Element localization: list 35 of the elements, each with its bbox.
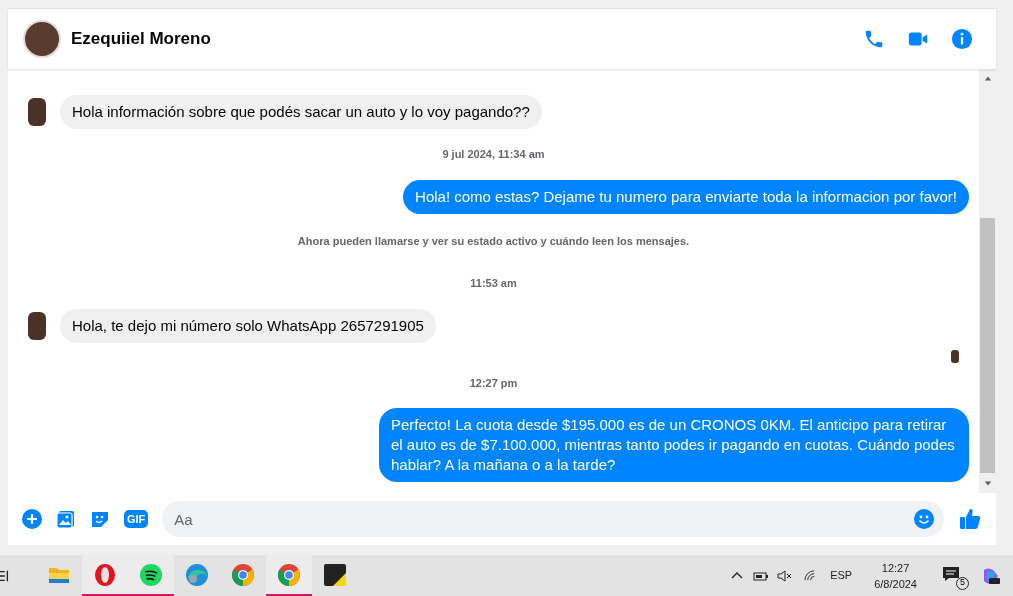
browser-icon[interactable] [82,555,128,596]
outgoing-message: Hola! como estas? Dejame tu numero para enviarte toda la informacion por favor! [403,179,969,214]
scrollbar[interactable] [979,69,996,493]
seen-avatar [951,349,959,363]
avatar [28,98,46,126]
task-view-icon[interactable] [0,568,10,583]
avatar [28,311,46,340]
timestamp: 11:53 am [470,276,517,291]
language-indicator[interactable]: ESP [830,567,853,584]
scroll-up-icon[interactable] [983,75,992,83]
battery-icon[interactable] [753,569,770,582]
image-icon[interactable] [56,509,76,529]
incoming-message: Hola información sobre que podés sacar un auto y lo voy pagando?? [60,95,542,129]
timestamp: 12:27 pm [469,375,518,391]
notification-count: 5 [956,576,969,590]
speaker-muted-icon[interactable] [777,569,794,582]
avatar[interactable] [23,20,61,58]
contact-name: Ezequiiel Moreno [71,28,211,51]
incoming-message: Hola, te dejo mi número solo WhatsApp 2657291905 [60,308,436,343]
gif-button[interactable]: GIF [124,510,149,528]
scroll-down-icon[interactable] [983,479,992,487]
music-app-icon[interactable] [128,555,174,596]
clock-date[interactable]: 6/8/2024 [874,575,917,592]
clock-time[interactable]: 12:27 [881,559,910,576]
notice-text: Ahora pueden llamarse y ver su estado activo y cuándo leen los mensajes. [297,233,690,249]
timestamp: 9 jul 2024, 11:34 am [442,147,545,162]
add-icon[interactable] [22,509,42,529]
thumbs-up-icon[interactable] [958,507,982,531]
browser-icon[interactable] [266,555,312,596]
phone-icon[interactable] [863,28,885,50]
info-icon[interactable] [951,28,973,50]
outgoing-message: Perfecto! La cuota desde $195.000 es de un CRONOS 0KM. El anticipo para retirar el auto es de $7.100.000, mientras tanto podes ir pagando en cuotas. Cuándo podes hablar? A la mañana o a la tarde? [379,408,969,482]
sticker-icon[interactable] [90,509,110,529]
emoji-icon[interactable] [914,509,934,529]
message-field[interactable]: Aa [162,501,944,537]
